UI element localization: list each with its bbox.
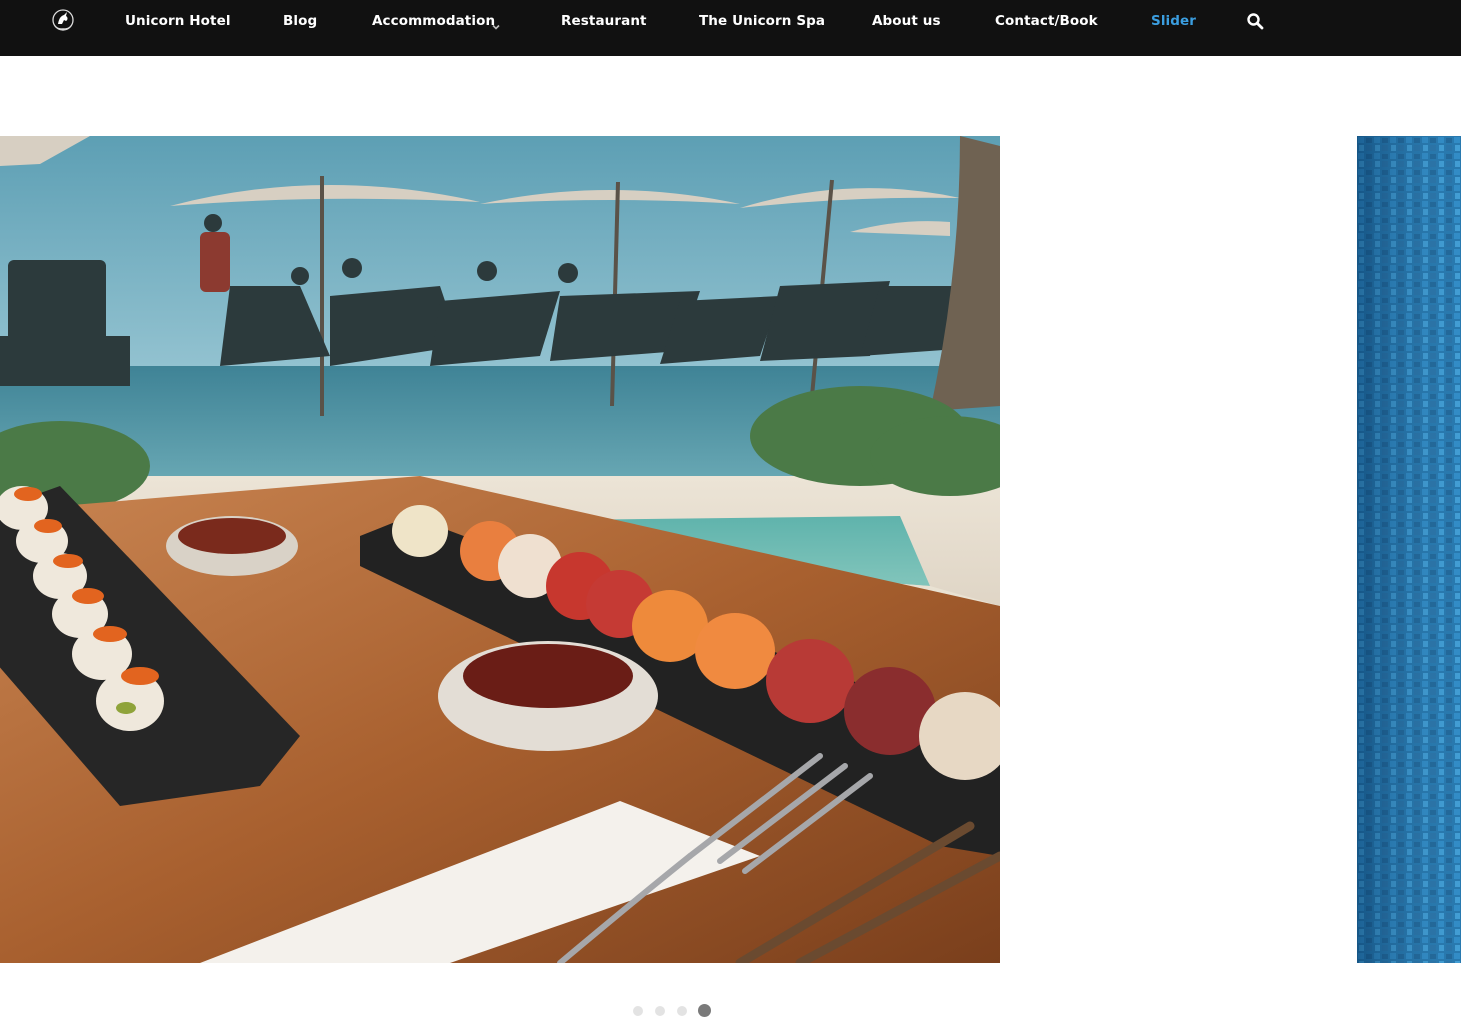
nav-item-blog[interactable]: Blog (283, 12, 317, 30)
slider-dot-4-active[interactable] (698, 1004, 711, 1017)
search-icon[interactable] (1246, 12, 1264, 30)
nav-item-accommodation[interactable]: Accommodation (372, 12, 495, 30)
image-slider[interactable] (0, 136, 1461, 963)
slider-dot-3[interactable] (677, 1006, 687, 1016)
main-navbar: Unicorn Hotel Blog Accommodation Restaur… (0, 0, 1461, 56)
slide-image-mosaic-pool[interactable] (1357, 136, 1461, 963)
slider-dot-2[interactable] (655, 1006, 665, 1016)
nav-item-restaurant[interactable]: Restaurant (561, 12, 647, 30)
unicorn-crest-icon[interactable] (51, 8, 75, 33)
nav-item-slider[interactable]: Slider (1151, 12, 1196, 30)
nav-item-the-unicorn-spa[interactable]: The Unicorn Spa (699, 12, 825, 30)
slide-image-sushi-poolside[interactable] (0, 136, 1000, 963)
nav-item-contact-book[interactable]: Contact/Book (995, 12, 1098, 30)
chevron-down-icon[interactable] (491, 17, 501, 30)
nav-item-unicorn-hotel[interactable]: Unicorn Hotel (125, 12, 231, 30)
slider-pagination (632, 1004, 714, 1018)
slider-dot-1[interactable] (633, 1006, 643, 1016)
nav-item-about-us[interactable]: About us (872, 12, 941, 30)
